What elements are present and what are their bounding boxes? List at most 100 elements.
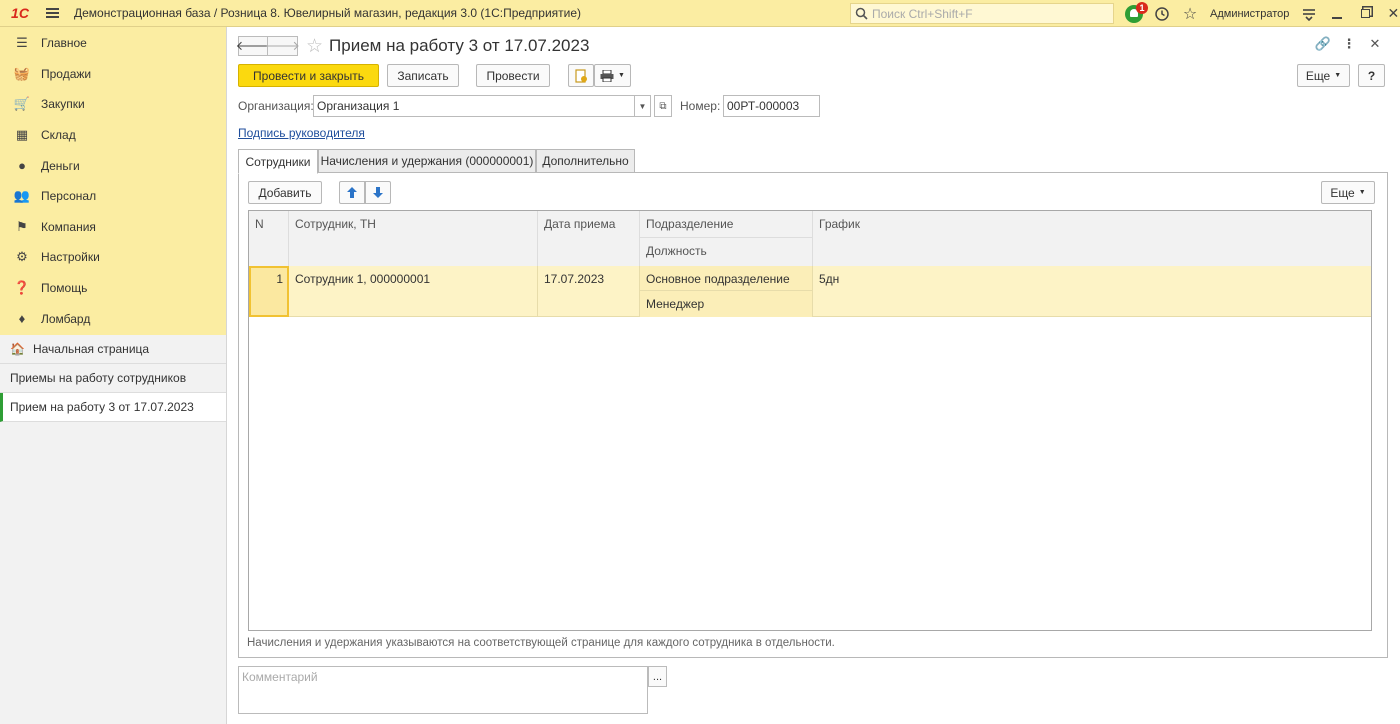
- accruals-note: Начисления и удержания указываются на со…: [247, 637, 835, 649]
- save-button[interactable]: Записать: [387, 64, 459, 87]
- sidebar-item-warehouse[interactable]: ▦ Склад: [0, 120, 226, 151]
- documents-button[interactable]: [568, 64, 594, 87]
- grid-icon: ▦: [15, 127, 29, 143]
- column-header-division[interactable]: Подразделение: [640, 211, 813, 238]
- post-button[interactable]: Провести: [476, 64, 550, 87]
- menu-icon[interactable]: [40, 0, 64, 27]
- sidebar-item-money[interactable]: ● Деньги: [0, 150, 226, 181]
- minimize-button[interactable]: [1323, 0, 1351, 27]
- sidebar-item-main[interactable]: ☰ Главное: [0, 28, 226, 59]
- forward-button[interactable]: 🡒: [265, 36, 300, 56]
- cell-employee: Сотрудник 1, 000000001: [289, 266, 538, 317]
- user-name[interactable]: Администратор: [1210, 8, 1289, 20]
- cell-division: Основное подразделение: [640, 266, 813, 291]
- notifications-button[interactable]: 1: [1120, 0, 1148, 27]
- history-button[interactable]: [1148, 0, 1176, 27]
- help-icon: ❓: [13, 280, 31, 296]
- add-row-button[interactable]: Добавить: [248, 181, 322, 204]
- cell-n: 1: [276, 272, 283, 286]
- sidebar-item-pawnshop[interactable]: ♦ Ломбард: [0, 303, 226, 334]
- printer-icon: [600, 69, 614, 82]
- table-more-button[interactable]: Еще ▼: [1321, 181, 1375, 204]
- chevron-down-icon: ▼: [1358, 189, 1366, 196]
- column-header-position[interactable]: Должность: [640, 238, 813, 266]
- minimize-icon: [1332, 16, 1343, 19]
- search-placeholder: Поиск Ctrl+Shift+F: [872, 6, 973, 21]
- column-header-schedule[interactable]: График: [813, 211, 1371, 266]
- cell-schedule: 5дн: [819, 272, 840, 286]
- star-icon: ☆: [1182, 5, 1198, 23]
- tab-additional[interactable]: Дополнительно: [536, 149, 635, 173]
- search-icon: [855, 7, 868, 20]
- gear-icon: ⚙: [16, 249, 28, 265]
- organization-field[interactable]: Организация 1: [313, 95, 635, 117]
- sidebar: ☰ Главное 🧺 Продажи 🛒 Закупки ▦ Склад ● Деньг…: [0, 27, 227, 724]
- favorites-button[interactable]: ☆: [1176, 0, 1204, 27]
- comment-field[interactable]: Комментарий: [238, 666, 648, 714]
- flag-icon: ⚑: [16, 218, 28, 234]
- money-icon: ●: [18, 158, 26, 174]
- comment-expand-button[interactable]: ...: [648, 666, 667, 687]
- nav-hirings-list[interactable]: Приемы на работу сотрудников: [0, 364, 226, 393]
- app-logo[interactable]: 1С: [0, 0, 40, 27]
- open-icon: ⧉: [659, 100, 667, 112]
- restore-button[interactable]: [1351, 0, 1379, 27]
- tab-employees[interactable]: Сотрудники: [238, 149, 318, 174]
- restore-icon: [1360, 9, 1370, 18]
- sidebar-item-sales[interactable]: 🧺 Продажи: [0, 59, 226, 90]
- chevron-down-icon: ▼: [638, 101, 647, 111]
- more-button[interactable]: Еще ▼: [1297, 64, 1350, 87]
- nav-home-page[interactable]: 🏠 Начальная страница: [0, 335, 226, 364]
- sidebar-item-settings[interactable]: ⚙ Настройки: [0, 242, 226, 273]
- table-row[interactable]: 1 Сотрудник 1, 000000001 17.07.2023 Осно…: [249, 266, 1371, 317]
- cart-icon: 🛒: [13, 96, 31, 112]
- list-icon: ☰: [16, 35, 28, 51]
- top-bar: 1С Демонстрационная база / Розница 8. Юв…: [0, 0, 1400, 27]
- sidebar-item-company[interactable]: ⚑ Компания: [0, 212, 226, 243]
- tab-accruals[interactable]: Начисления и удержания (000000001): [318, 149, 536, 173]
- organization-dropdown-button[interactable]: ▼: [634, 95, 651, 117]
- arrow-up-icon: [347, 187, 357, 198]
- settings-menu-button[interactable]: [1295, 0, 1323, 27]
- organization-label: Организация:: [238, 99, 314, 113]
- cell-hire-date: 17.07.2023: [538, 266, 640, 317]
- home-icon: 🏠: [10, 342, 25, 356]
- people-icon: 👥: [13, 188, 31, 204]
- print-button[interactable]: ▼: [594, 64, 631, 87]
- chevron-down-icon: ▼: [618, 72, 625, 79]
- document-form: 🡐 🡒 ☆ Прием на работу 3 от 17.07.2023 🔗 …: [228, 27, 1400, 724]
- sidebar-item-help[interactable]: ❓ Помощь: [0, 273, 226, 304]
- column-header-employee[interactable]: Сотрудник, ТН: [289, 211, 538, 266]
- sidebar-item-purchases[interactable]: 🛒 Закупки: [0, 89, 226, 120]
- document-icon: [575, 68, 587, 83]
- close-icon: ✕: [1387, 5, 1400, 21]
- global-search-input[interactable]: Поиск Ctrl+Shift+F: [850, 3, 1114, 24]
- help-button[interactable]: ?: [1358, 64, 1385, 87]
- cell-position: Менеджер: [646, 297, 705, 311]
- notifications-badge: 1: [1136, 2, 1148, 14]
- app-title: Демонстрационная база / Розница 8. Ювели…: [74, 6, 582, 20]
- close-window-button[interactable]: ✕: [1379, 0, 1400, 27]
- post-and-close-button[interactable]: Провести и закрыть: [238, 64, 379, 87]
- basket-icon: 🧺: [13, 65, 31, 81]
- sections-menu: ☰ Главное 🧺 Продажи 🛒 Закупки ▦ Склад ● Деньг…: [0, 27, 226, 335]
- column-header-hire-date[interactable]: Дата приема: [538, 211, 640, 266]
- link-icon[interactable]: 🔗: [1310, 36, 1336, 52]
- manager-signature-link[interactable]: Подпись руководителя: [238, 126, 365, 140]
- move-down-button[interactable]: [365, 181, 391, 204]
- sidebar-item-personnel[interactable]: 👥 Персонал: [0, 181, 226, 212]
- organization-open-button[interactable]: ⧉: [654, 95, 672, 117]
- history-icon: [1155, 6, 1169, 21]
- move-up-button[interactable]: [339, 181, 365, 204]
- number-label: Номер:: [680, 99, 721, 113]
- nav-current-document[interactable]: Прием на работу 3 от 17.07.2023: [0, 393, 226, 422]
- diamond-icon: ♦: [18, 311, 26, 327]
- employees-table: N Сотрудник, ТН Дата приема Подразделени…: [248, 210, 1372, 631]
- favorite-star-icon[interactable]: ☆: [306, 35, 323, 58]
- close-icon[interactable]: ✕: [1362, 36, 1388, 52]
- more-vertical-icon[interactable]: ⋮: [1336, 36, 1362, 52]
- back-button[interactable]: 🡐: [236, 36, 270, 56]
- number-field[interactable]: 00РТ-000003: [723, 95, 820, 117]
- column-header-n[interactable]: N: [249, 211, 289, 266]
- chevron-down-icon: ▼: [1334, 72, 1342, 79]
